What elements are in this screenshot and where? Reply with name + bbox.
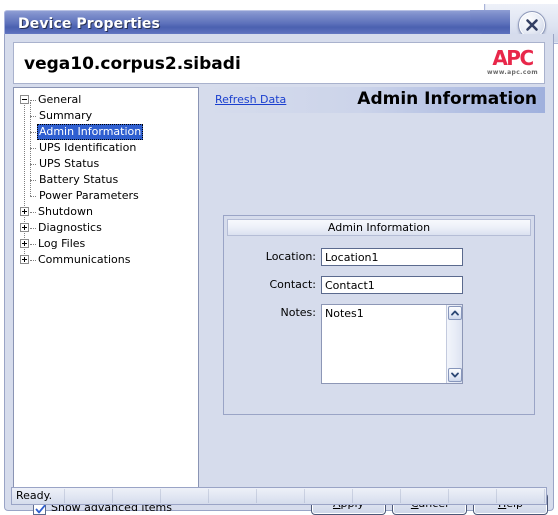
tree-connector-line (30, 196, 36, 198)
tree-item-label: General (38, 93, 82, 106)
status-tick (160, 489, 161, 503)
notes-scrollbar[interactable] (446, 305, 462, 383)
status-text: Ready. (16, 489, 53, 502)
tree-item-diagnostics[interactable]: Diagnostics (14, 220, 198, 236)
tree-item-ups-status[interactable]: UPS Status (14, 156, 198, 172)
tree-item-label: Battery Status (39, 173, 119, 186)
status-bar: Ready. (11, 487, 547, 505)
tree-item-general[interactable]: General (14, 92, 198, 108)
status-tick (64, 489, 65, 503)
tree-item-label: Power Parameters (39, 189, 139, 202)
device-properties-window: Device Properties vega10.corpus2.sibadi … (0, 0, 558, 515)
tree-item-shutdown[interactable]: Shutdown (14, 204, 198, 220)
groupbox-title: Admin Information (227, 219, 531, 236)
tree-item-battery-status[interactable]: Battery Status (14, 172, 198, 188)
contact-label: Contact: (269, 278, 316, 291)
tree-connector-line (30, 132, 36, 134)
notes-text-value: Notes1 (325, 307, 364, 320)
tree-item-summary[interactable]: Summary (14, 108, 198, 124)
window-title: Device Properties (18, 16, 160, 32)
dialog-body: vega10.corpus2.sibadi APC www.apc.com Ge… (4, 34, 554, 515)
scroll-up-button[interactable] (448, 306, 462, 320)
contact-input[interactable] (321, 276, 463, 294)
status-tick (544, 489, 545, 503)
status-tick (256, 489, 257, 503)
tree-connector-line (30, 228, 36, 230)
tree-item-ups-identification[interactable]: UPS Identification (14, 140, 198, 156)
tree-item-power-parameters[interactable]: Power Parameters (14, 188, 198, 204)
navigation-tree[interactable]: General Summary Admin Information UPS Ident… (13, 87, 199, 489)
tree-item-communications[interactable]: Communications (14, 252, 198, 268)
content-header: Refresh Data Admin Information (205, 87, 545, 113)
tree-connector-line (30, 148, 36, 150)
tree-item-label: Shutdown (38, 205, 93, 218)
device-hostname: vega10.corpus2.sibadi (24, 54, 241, 74)
location-label: Location: (265, 250, 316, 263)
content-panel: Refresh Data Admin Information Admin Inf… (205, 87, 545, 489)
tree-item-label: Admin Information (37, 124, 144, 140)
tree-connector-line (30, 212, 36, 214)
expand-icon[interactable] (20, 207, 29, 216)
notes-label: Notes: (280, 306, 316, 319)
location-input[interactable] (321, 248, 463, 266)
expand-icon[interactable] (20, 239, 29, 248)
tree-connector-line (30, 180, 36, 182)
status-tick (112, 489, 113, 503)
status-tick (496, 489, 497, 503)
apc-logo: APC www.apc.com (487, 48, 538, 76)
apc-logo-text: APC (492, 46, 534, 70)
device-header-strip: vega10.corpus2.sibadi APC www.apc.com (13, 42, 545, 84)
tree-item-label: UPS Status (39, 157, 100, 170)
tree-item-label: Communications (38, 253, 131, 266)
tree-connector-line (30, 244, 36, 246)
status-tick (400, 489, 401, 503)
status-tick (304, 489, 305, 503)
tree-connector-line (30, 100, 36, 102)
tree-item-log-files[interactable]: Log Files (14, 236, 198, 252)
tree-item-label: Summary (39, 109, 93, 122)
tree-item-label: Diagnostics (38, 221, 102, 234)
content-page-title: Admin Information (357, 89, 537, 109)
collapse-icon[interactable] (20, 95, 29, 104)
status-tick (208, 489, 209, 503)
status-tick (352, 489, 353, 503)
tree-connector-line (30, 260, 36, 262)
tree-item-admin-information[interactable]: Admin Information (14, 124, 198, 140)
tree-connector-line (30, 116, 36, 118)
notes-textarea[interactable]: Notes1 (321, 304, 463, 384)
apc-logo-url: www.apc.com (486, 69, 538, 76)
tree-item-label: UPS Identification (39, 141, 137, 154)
scroll-down-button[interactable] (448, 368, 462, 382)
admin-information-groupbox: Admin Information Location: Contact: Not… (223, 215, 535, 415)
refresh-data-link[interactable]: Refresh Data (215, 93, 286, 106)
status-tick (448, 489, 449, 503)
tree-item-label: Log Files (38, 237, 86, 250)
tree-connector-line (30, 164, 36, 166)
expand-icon[interactable] (20, 223, 29, 232)
expand-icon[interactable] (20, 255, 29, 264)
